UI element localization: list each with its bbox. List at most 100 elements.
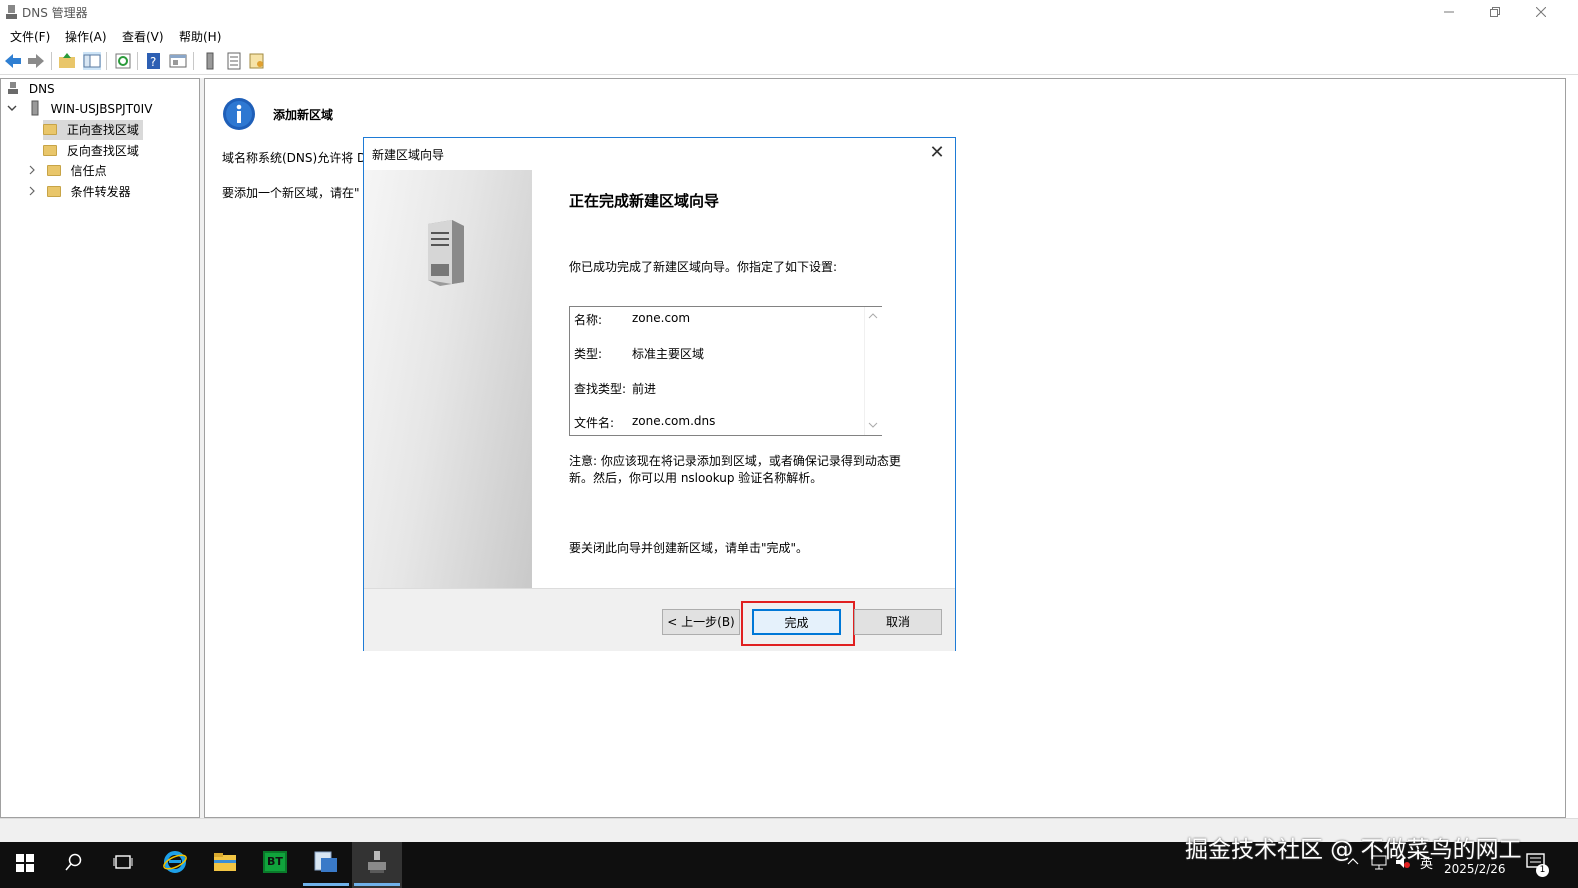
toolbar-separator [193, 52, 194, 70]
summary-label-file-name: 文件名: [574, 416, 615, 430]
show-console-tree-icon[interactable] [83, 52, 101, 70]
running-indicator [354, 883, 400, 886]
close-icon [1535, 6, 1547, 18]
menu-help[interactable]: 帮助(H) [179, 28, 221, 45]
server-icon [31, 100, 39, 116]
folder-icon [43, 145, 57, 156]
wizard-close-hint: 要关闭此向导并创建新区域，请单击"完成"。 [569, 541, 809, 555]
summary-value-name: zone.com [632, 311, 691, 325]
taskbar-dns-manager[interactable] [352, 842, 402, 888]
help-icon[interactable]: ? [145, 52, 163, 70]
ime-indicator[interactable]: 英 [1420, 853, 1433, 872]
action-center-button[interactable]: 1 [1524, 850, 1552, 878]
close-window-button[interactable] [1518, 0, 1564, 24]
cancel-button[interactable]: 取消 [854, 609, 942, 635]
show-hidden-icons-chevron[interactable] [1346, 856, 1360, 866]
file-explorer-icon [214, 853, 236, 871]
volume-muted-icon[interactable] [1394, 854, 1412, 870]
list-view-icon[interactable] [225, 52, 243, 70]
folder-icon [46, 186, 61, 197]
folder-icon [43, 124, 57, 135]
server-manager-icon [314, 851, 337, 872]
chevron-right-icon[interactable] [27, 165, 37, 175]
tree-item-reverse-lookup-zones[interactable]: 反向查找区域 [43, 141, 139, 161]
new-zone-wizard-dialog: 新建区域向导 ✕ 正在完成新建区域向导 你已成功完成了新建区域向导。你指定了如下… [363, 137, 956, 651]
chevron-right-icon[interactable] [27, 186, 37, 196]
menu-view[interactable]: 查看(V) [122, 28, 164, 45]
svg-text:?: ? [150, 55, 156, 69]
minimize-icon [1444, 11, 1454, 13]
tree-item-label: WIN-USJBSPJT0IV [50, 102, 153, 116]
tree-item-dns[interactable]: DNS [7, 79, 55, 99]
toolbar: ? [0, 48, 1578, 75]
window-title: DNS 管理器 [22, 6, 88, 20]
taskbar: BT 掘金技术社区 @ 不做菜鸟的网工 英 2025/2/26 1 [0, 837, 1578, 888]
wizard-note-line1: 注意: 你应该现在将记录添加到区域，或者确保记录得到动态更 [569, 454, 901, 468]
server-icon[interactable] [201, 52, 219, 70]
info-icon [223, 98, 255, 130]
menu-action[interactable]: 操作(A) [65, 28, 107, 45]
properties-pane-icon[interactable] [169, 52, 187, 70]
back-arrow-icon[interactable] [4, 52, 22, 70]
main-heading: 添加新区域 [273, 108, 334, 122]
scroll-up-icon[interactable] [868, 312, 878, 320]
dialog-title: 新建区域向导 [372, 148, 445, 162]
wizard-heading: 正在完成新建区域向导 [569, 192, 720, 210]
bt-panel-icon: BT [263, 851, 287, 873]
clock-date[interactable]: 2025/2/26 [1444, 862, 1506, 876]
scroll-down-icon[interactable] [868, 421, 878, 429]
menu-bar: 文件(F) 操作(A) 查看(V) 帮助(H) [0, 24, 1578, 46]
summary-scrollbar[interactable] [864, 307, 882, 435]
network-icon[interactable] [1370, 854, 1388, 870]
tree-item-trust-points[interactable]: 信任点 [27, 161, 107, 181]
toolbar-separator [51, 52, 52, 70]
finish-button[interactable]: 完成 [752, 609, 841, 635]
up-folder-icon[interactable] [58, 52, 76, 70]
summary-label-type: 类型: [574, 347, 603, 361]
console-tree: DNS WIN-USJBSPJT0IV 正向查找区域 反向查找区域 信任点 条件… [0, 78, 200, 818]
tree-item-label: 正向查找区域 [66, 123, 139, 137]
taskbar-ie[interactable] [150, 842, 200, 882]
filter-icon[interactable] [248, 52, 266, 70]
taskbar-bt-panel[interactable]: BT [250, 842, 300, 882]
toolbar-separator [137, 52, 138, 70]
wizard-note-line2: 新。然后，你可以用 nslookup 验证名称解析。 [569, 471, 823, 485]
dns-icon [8, 82, 18, 94]
toolbar-separator [106, 52, 107, 70]
dialog-close-button[interactable]: ✕ [924, 141, 950, 165]
tree-item-label: 条件转发器 [70, 185, 131, 199]
restore-button[interactable] [1472, 0, 1518, 24]
menu-file[interactable]: 文件(F) [10, 28, 50, 45]
minimize-button[interactable] [1426, 0, 1472, 24]
settings-summary-box[interactable]: 名称: zone.com 类型: 标准主要区域 查找类型: 前进 文件名: zo… [569, 306, 882, 436]
search-icon [65, 853, 82, 871]
folder-icon [46, 165, 61, 176]
task-view-button[interactable] [97, 842, 147, 882]
chevron-down-icon[interactable] [7, 103, 17, 113]
tree-item-label: 信任点 [70, 164, 107, 178]
summary-label-name: 名称: [574, 313, 603, 327]
title-bar: DNS 管理器 [0, 0, 1578, 24]
running-indicator [303, 883, 349, 886]
tree-item-label: DNS [28, 82, 55, 96]
taskbar-file-explorer[interactable] [200, 842, 250, 882]
summary-value-file-name: zone.com.dns [632, 414, 716, 428]
forward-arrow-icon[interactable] [27, 52, 45, 70]
restore-icon [1490, 7, 1500, 17]
tree-item-forward-lookup-zones[interactable]: 正向查找区域 [43, 120, 143, 140]
dns-manager-icon [368, 851, 386, 873]
notification-count-badge: 1 [1536, 864, 1549, 877]
tree-item-label: 反向查找区域 [66, 144, 139, 158]
taskbar-server-manager[interactable] [301, 842, 351, 886]
back-button[interactable]: < 上一步(B) [662, 609, 740, 635]
wizard-side-banner [364, 170, 532, 588]
refresh-icon[interactable] [114, 52, 132, 70]
main-instruction: 要添加一个新区域，请在" [222, 186, 360, 200]
internet-explorer-icon [163, 851, 187, 873]
main-description: 域名称系统(DNS)允许将 D [222, 151, 367, 165]
dialog-button-bar: < 上一步(B) 完成 取消 [364, 588, 955, 651]
tree-item-server[interactable]: WIN-USJBSPJT0IV [7, 99, 152, 119]
start-button[interactable] [0, 842, 50, 882]
tree-item-conditional-forwarders[interactable]: 条件转发器 [27, 182, 131, 202]
search-button[interactable] [48, 842, 98, 882]
